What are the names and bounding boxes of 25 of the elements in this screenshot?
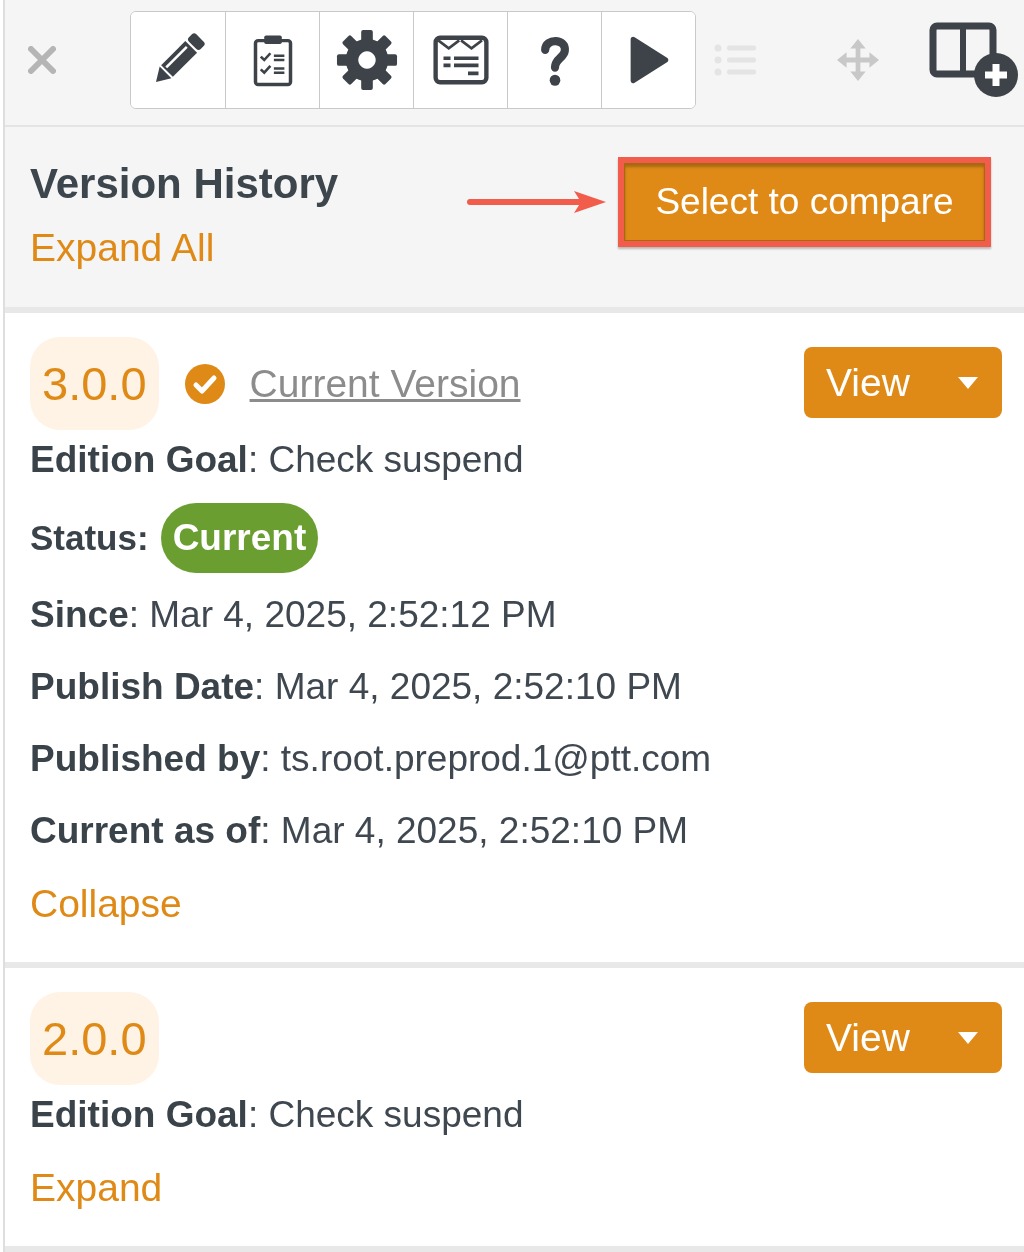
expand-all-link[interactable]: Expand All xyxy=(30,227,215,269)
view-button[interactable]: View xyxy=(804,347,1002,418)
caret-icon xyxy=(958,376,978,389)
status-label: Status: xyxy=(30,517,149,559)
version-badge: 3.0.0 xyxy=(30,337,159,430)
toolbar-button[interactable] xyxy=(601,12,695,108)
detail-text: Since: Mar 4, 2025, 2:52:12 PM xyxy=(30,594,557,636)
detail-text: Current as of: Mar 4, 2025, 2:52:10 PM xyxy=(30,810,689,852)
version-badge: 2.0.0 xyxy=(30,992,159,1085)
settings-icon xyxy=(335,29,398,91)
toggle-link[interactable]: Expand xyxy=(30,1167,163,1209)
detail-text: Published by: ts.root.preprod.1@ptt.com xyxy=(30,738,712,780)
current-version-link[interactable]: Current Version xyxy=(249,361,521,406)
detail-text: Publish Date: Mar 4, 2025, 2:52:10 PM xyxy=(30,666,682,708)
add-column-icon[interactable] xyxy=(929,22,1019,98)
detail-text: Edition Goal: Check suspend xyxy=(30,439,524,481)
form-icon xyxy=(432,35,489,85)
compare-button[interactable]: Select to compare xyxy=(624,163,985,241)
toggle-link[interactable]: Collapse xyxy=(30,883,182,925)
caret-icon xyxy=(958,1031,978,1044)
view-button[interactable]: View xyxy=(804,1002,1002,1073)
clipboard-checklist-icon xyxy=(251,33,294,87)
detail-text: Edition Goal: Check suspend xyxy=(30,1094,524,1136)
panel-title: Version History xyxy=(30,161,339,207)
status-badge: Current xyxy=(160,503,319,573)
